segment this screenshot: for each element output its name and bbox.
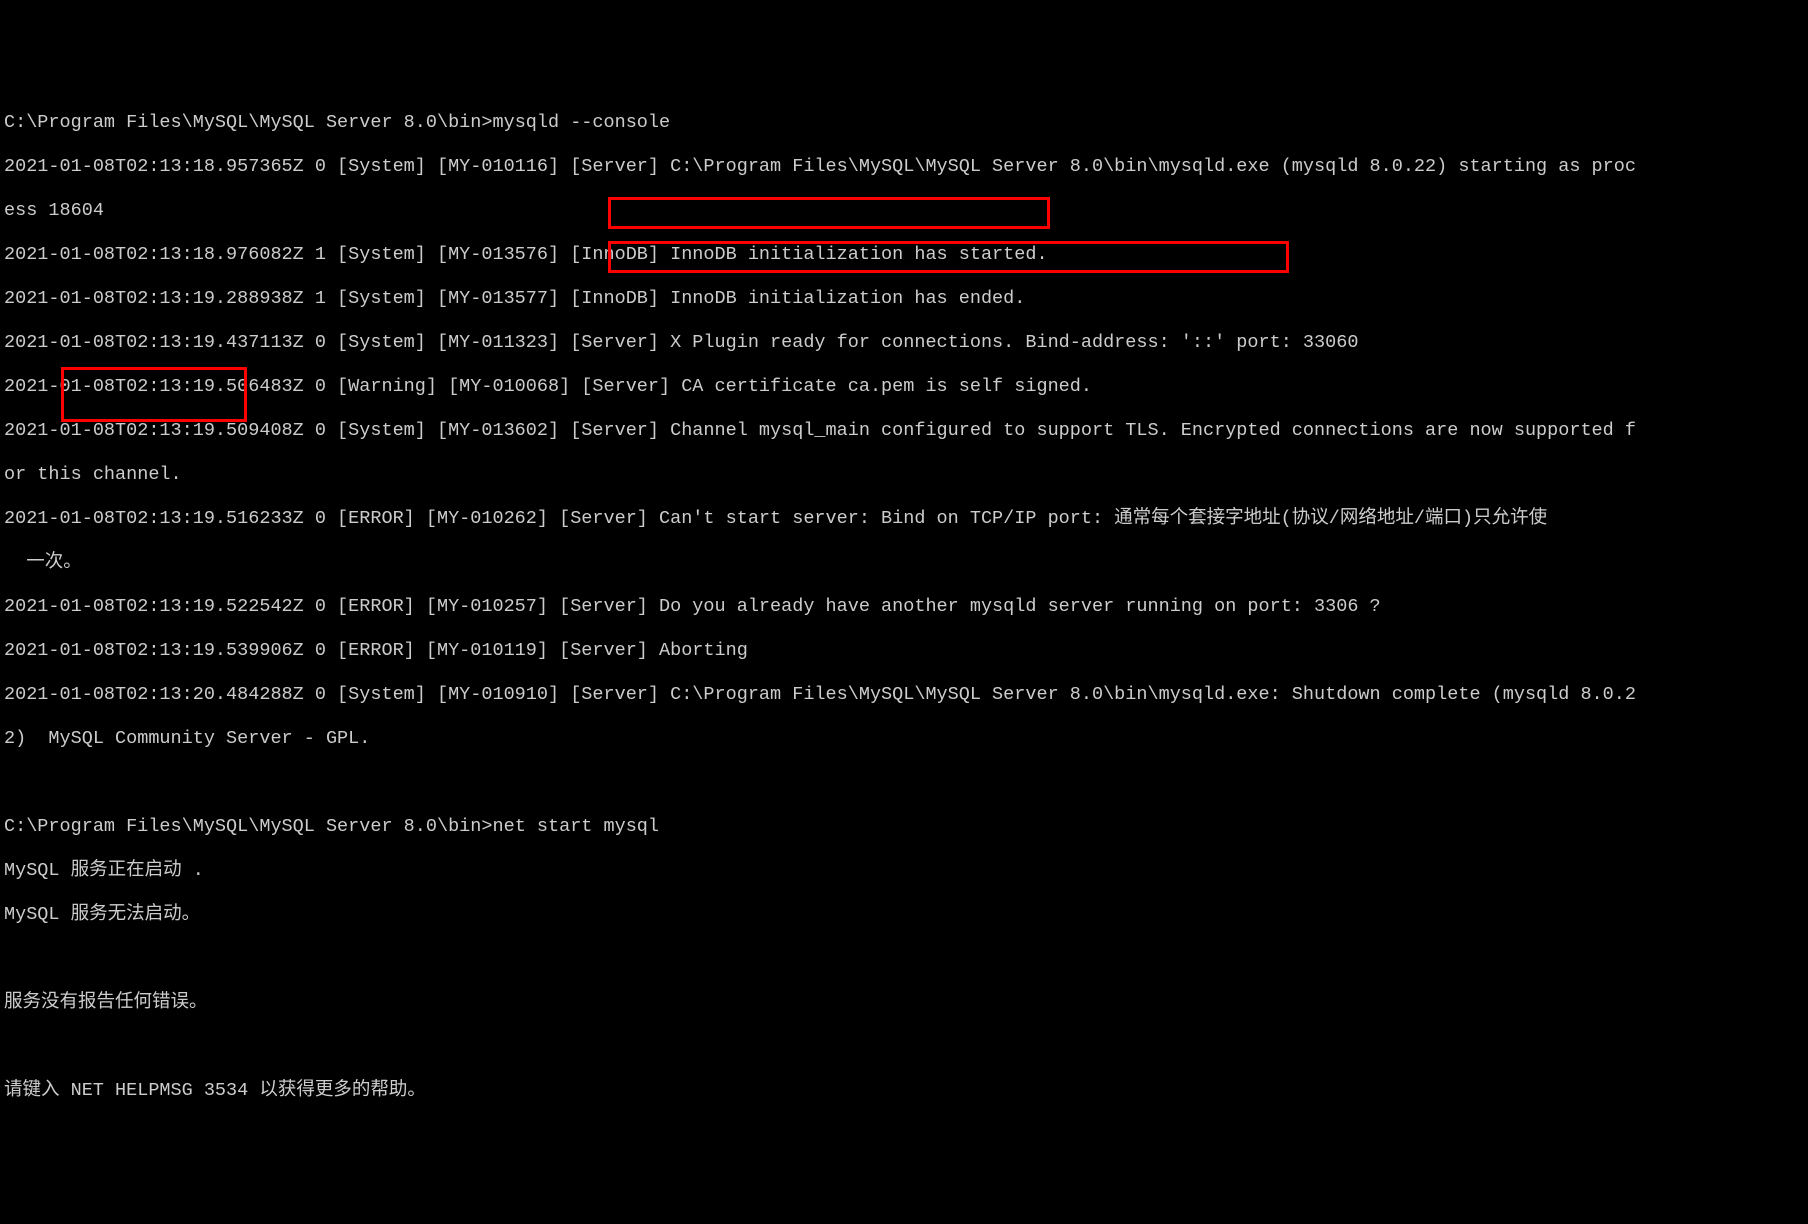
blank-line (4, 772, 1804, 794)
prompt: C:\Program Files\MySQL\MySQL Server 8.0\… (4, 112, 492, 133)
log-line: or this channel. (4, 464, 1804, 486)
blank-line (4, 948, 1804, 970)
helpmsg-hint: 请键入 NET HELPMSG 3534 以获得更多的帮助。 (4, 1080, 1804, 1102)
log-line-error: 2021-01-08T02:13:19.516233Z 0 [ERROR] [M… (4, 508, 1804, 530)
log-line: ess 18604 (4, 200, 1804, 222)
service-status-starting: MySQL 服务正在启动 . (4, 860, 1804, 882)
log-line: 2021-01-08T02:13:18.976082Z 1 [System] [… (4, 244, 1804, 266)
log-line: 2021-01-08T02:13:20.484288Z 0 [System] [… (4, 684, 1804, 706)
log-line: 2) MySQL Community Server - GPL. (4, 728, 1804, 750)
log-line: 2021-01-08T02:13:19.506483Z 0 [Warning] … (4, 376, 1804, 398)
blank-line (4, 1036, 1804, 1058)
log-line: 2021-01-08T02:13:19.437113Z 0 [System] [… (4, 332, 1804, 354)
no-error-reported: 服务没有报告任何错误。 (4, 992, 1804, 1014)
command: net start mysql (492, 816, 659, 837)
log-line-error: 2021-01-08T02:13:19.539906Z 0 [ERROR] [M… (4, 640, 1804, 662)
log-line: 2021-01-08T02:13:18.957365Z 0 [System] [… (4, 156, 1804, 178)
terminal-output[interactable]: C:\Program Files\MySQL\MySQL Server 8.0\… (4, 90, 1804, 1124)
log-line-error: 2021-01-08T02:13:19.522542Z 0 [ERROR] [M… (4, 596, 1804, 618)
command: mysqld --console (492, 112, 670, 133)
log-line: 2021-01-08T02:13:19.509408Z 0 [System] [… (4, 420, 1804, 442)
prompt-line-1: C:\Program Files\MySQL\MySQL Server 8.0\… (4, 112, 1804, 134)
prompt: C:\Program Files\MySQL\MySQL Server 8.0\… (4, 816, 492, 837)
prompt-line-2: C:\Program Files\MySQL\MySQL Server 8.0\… (4, 816, 1804, 838)
log-line-error: 一次。 (4, 552, 1804, 574)
service-status-failed: MySQL 服务无法启动。 (4, 904, 1804, 926)
log-line: 2021-01-08T02:13:19.288938Z 1 [System] [… (4, 288, 1804, 310)
